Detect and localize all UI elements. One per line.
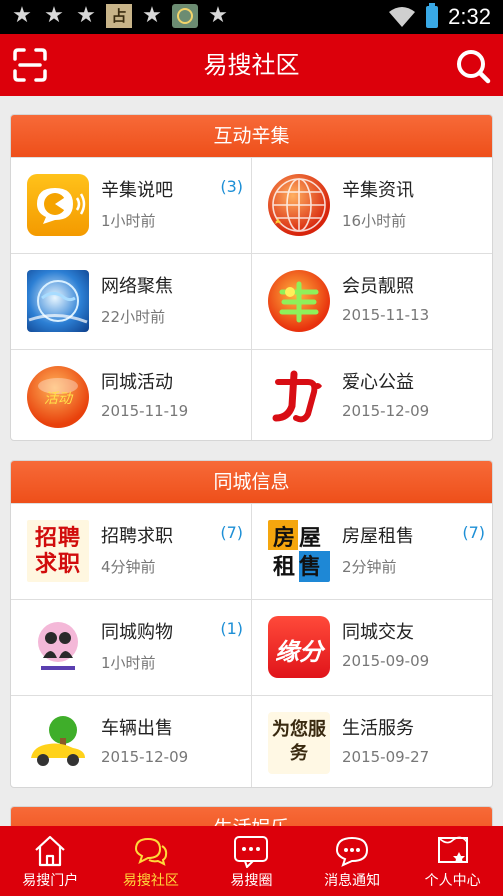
forum-item-jobs[interactable]: 招聘求职 招聘求职 4分钟前 (7) — [11, 503, 252, 599]
item-time: 2015-09-09 — [342, 652, 430, 670]
star-icon: ★ — [142, 3, 162, 28]
forum-item-vehicles[interactable]: 车辆出售 2015-12-09 — [11, 695, 252, 787]
forum-item-housing[interactable]: 房屋租售 房屋租售 2分钟前 (7) — [252, 503, 492, 599]
forum-item-life-services[interactable]: 为您服务 生活服务 2015-09-27 — [252, 695, 492, 787]
unread-count-badge: (7) — [462, 523, 485, 542]
car-icon — [27, 712, 89, 774]
friends-icon: 缘分 — [268, 616, 330, 678]
item-title: 辛集资讯 — [342, 180, 414, 201]
battery-icon — [426, 3, 439, 28]
item-title: 辛集说吧 — [101, 180, 173, 201]
message-icon — [336, 836, 369, 867]
recruit-icon-text: 招聘求职 — [34, 526, 81, 577]
item-title: 同城交友 — [342, 622, 414, 643]
item-time: 1小时前 — [101, 654, 156, 672]
item-title: 同城购物 — [101, 622, 173, 643]
item-time: 2015-12-09 — [342, 402, 430, 420]
home-icon — [35, 835, 66, 867]
friends-icon-text: 缘分 — [275, 638, 323, 666]
section-title: 生活娱乐 — [11, 807, 492, 826]
forum-item-member-photos[interactable]: 会员靓照 2015-11-13 — [252, 253, 492, 349]
status-bar: ★ ★ ★ 占 ★ ★ 2:32 — [0, 0, 503, 34]
item-time: 22小时前 — [101, 308, 166, 326]
star-icon: ★ — [208, 3, 228, 28]
unread-count-badge: (7) — [220, 523, 243, 542]
item-time: 2015-11-19 — [101, 402, 189, 420]
activity-icon: 活动 — [27, 366, 89, 428]
forum-item-xinji-talk[interactable]: 辛集说吧 1小时前 (3) — [11, 157, 252, 253]
forum-item-charity[interactable]: 爱心公益 2015-12-09 — [252, 349, 492, 440]
service-icon: 为您服务 — [268, 712, 330, 774]
member-photo-icon — [268, 270, 330, 332]
star-icon: ★ — [76, 3, 96, 28]
forum-item-xinji-news[interactable]: 辛集资讯 16小时前 — [252, 157, 492, 253]
earth-focus-icon — [27, 270, 89, 332]
activity-icon-text: 活动 — [44, 391, 74, 407]
unread-count-badge: (3) — [220, 177, 243, 196]
item-time: 2015-12-09 — [101, 748, 189, 766]
tab-community[interactable]: 易搜社区 — [101, 826, 202, 896]
steering-wheel-icon — [172, 4, 198, 28]
item-title: 生活服务 — [342, 718, 414, 739]
recruit-icon: 招聘求职 — [27, 520, 89, 582]
section-entertainment: 生活娱乐 — [10, 806, 493, 826]
wifi-icon — [389, 7, 416, 27]
item-time: 2分钟前 — [342, 558, 397, 576]
page-title: 易搜社区 — [203, 51, 300, 79]
community-content[interactable]: 互动辛集 辛集说吧 1小时前 (3) 辛集资讯 16小时前 网络聚焦 22小时前… — [0, 96, 503, 826]
item-time: 2015-09-27 — [342, 748, 430, 766]
item-title: 网络聚焦 — [101, 276, 173, 297]
item-title: 招聘求职 — [101, 526, 173, 547]
house-icon-text: 房屋租售 — [272, 526, 325, 580]
app-header: 易搜社区 — [0, 34, 503, 96]
item-title: 会员靓照 — [342, 276, 414, 297]
shopping-icon — [27, 616, 89, 678]
tab-profile[interactable]: 个人中心 — [402, 826, 503, 896]
circle-icon — [234, 836, 269, 868]
clock: 2:32 — [448, 4, 491, 29]
tab-label: 易搜门户 — [22, 873, 79, 889]
item-title: 车辆出售 — [101, 718, 173, 739]
tab-circle[interactable]: 易搜圈 — [201, 826, 302, 896]
tab-label: 易搜圈 — [230, 873, 273, 889]
charity-icon — [268, 366, 330, 428]
unread-count-badge: (1) — [220, 619, 243, 638]
star-icon: ★ — [12, 3, 32, 28]
section-title: 同城信息 — [11, 461, 492, 503]
item-title: 房屋租售 — [342, 526, 414, 547]
forum-item-shopping[interactable]: 同城购物 1小时前 (1) — [11, 599, 252, 695]
forum-item-net-focus[interactable]: 网络聚焦 22小时前 — [11, 253, 252, 349]
tab-label: 个人中心 — [424, 873, 481, 889]
bottom-tab-bar: 易搜门户 易搜社区 易搜圈 消息通知 个人中心 — [0, 826, 503, 896]
item-time: 2015-11-13 — [342, 306, 430, 324]
item-title: 爱心公益 — [342, 372, 414, 393]
item-time: 1小时前 — [101, 212, 156, 230]
globe-news-icon — [268, 174, 330, 236]
tab-label: 消息通知 — [324, 873, 381, 889]
service-icon-text: 为您服务 — [272, 719, 326, 764]
community-icon — [134, 837, 168, 866]
fortune-app-icon: 占 — [106, 4, 132, 28]
section-title: 互动辛集 — [11, 115, 492, 157]
section-local-info: 同城信息 招聘求职 招聘求职 4分钟前 (7) 房屋租售 房屋租售 2分钟前 (… — [10, 460, 493, 788]
chat-bubble-icon — [27, 174, 89, 236]
star-icon: ★ — [44, 3, 64, 28]
notification-icons: ★ ★ ★ 占 ★ ★ — [10, 4, 230, 28]
profile-icon — [437, 836, 468, 863]
forum-item-local-activity[interactable]: 活动 同城活动 2015-11-19 — [11, 349, 252, 440]
tab-portal[interactable]: 易搜门户 — [0, 826, 101, 896]
item-time: 4分钟前 — [101, 558, 156, 576]
item-title: 同城活动 — [101, 372, 173, 393]
item-time: 16小时前 — [342, 212, 407, 230]
forum-item-friends[interactable]: 缘分 同城交友 2015-09-09 — [252, 599, 492, 695]
section-interactive: 互动辛集 辛集说吧 1小时前 (3) 辛集资讯 16小时前 网络聚焦 22小时前… — [10, 114, 493, 441]
house-icon: 房屋租售 — [268, 520, 330, 582]
tab-label: 易搜社区 — [122, 873, 179, 889]
search-icon[interactable] — [455, 48, 491, 84]
tab-messages[interactable]: 消息通知 — [302, 826, 403, 896]
